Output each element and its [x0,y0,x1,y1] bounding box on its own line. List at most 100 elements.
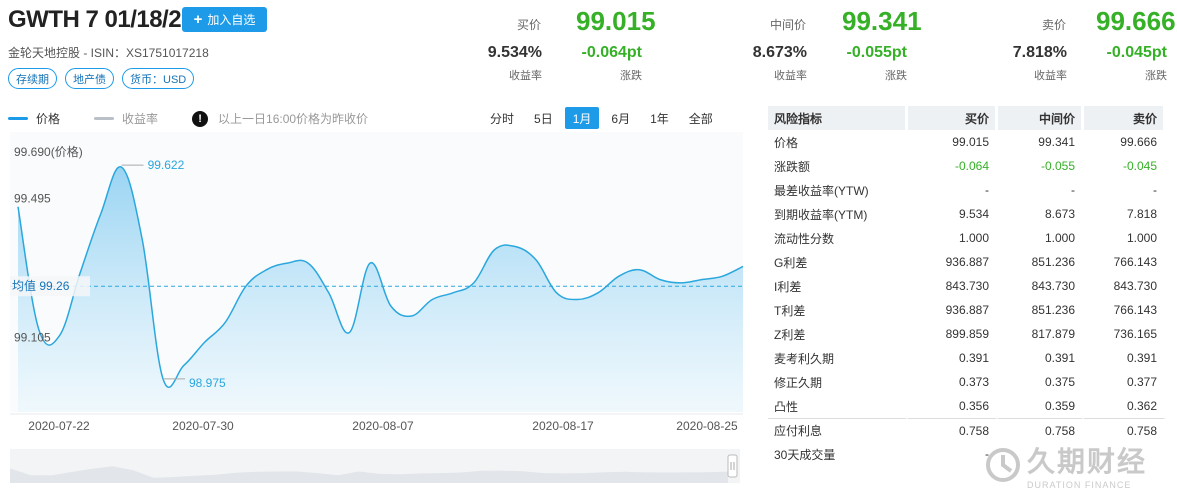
max-label: 99.622 [148,158,185,172]
ask-yield-caption: 收益率 [1034,70,1067,82]
bid-cell: 899.859 [908,322,998,346]
ask-cell: 843.730 [1084,274,1166,298]
table-row: 价格 99.015 99.341 99.666 [768,130,1166,154]
bid-change-caption: 涨跌 [620,70,642,82]
bid-price: 99.015 [576,6,656,36]
bid-cell: 936.887 [908,298,998,322]
mid-cell: 0.391 [998,346,1084,370]
bid-cell: 0.373 [908,370,998,394]
ask-change-caption: 涨跌 [1145,70,1167,82]
ask-cell: - [1084,178,1166,202]
y-tick-label: 99.105 [14,331,51,345]
mid-cell: 0.758 [998,418,1084,442]
mid-cell: 851.236 [998,298,1084,322]
mean-label: 均值 99.26 [12,278,70,293]
table-row: I利差 843.730 843.730 843.730 [768,274,1166,298]
add-watchlist-label: 加入自选 [207,13,256,27]
bid-cell: 9.534 [908,202,998,226]
mid-yield: 8.673% [752,44,807,61]
metric-cell: 涨跌额 [768,154,908,178]
tag-currency[interactable]: 货币：USD [122,68,195,89]
watermark-cn: 久期财经 [1027,446,1148,477]
header-mid: 中间价 [998,106,1084,130]
range-navigator[interactable] [10,449,740,483]
mid-cell: -0.055 [998,154,1084,178]
table-row: 涨跌额 -0.064 -0.055 -0.045 [768,154,1166,178]
min-label: 98.975 [189,376,226,390]
range-all[interactable]: 全部 [681,107,721,129]
mid-cell: 1.000 [998,226,1084,250]
table-row: 凸性 0.356 0.359 0.362 [768,394,1166,418]
bid-cell: 843.730 [908,274,998,298]
bid-yield-caption: 收益率 [509,70,542,82]
y-axis-title: 99.690(价格) [14,144,83,159]
legend-price-label: 价格 [36,112,61,126]
risk-metrics-table: 风险指标 买价 中间价 卖价 价格 99.015 99.341 99.666 涨跌额 -0… [768,106,1166,466]
table-row: 流动性分数 1.000 1.000 1.000 [768,226,1166,250]
bid-yield: 9.534% [487,44,542,61]
bid-quote: 买价 99.015 9.534% -0.064pt 收益率 涨跌 [480,4,656,84]
prev-close-note-text: 以上一日16:00价格为昨收价 [218,112,369,126]
mid-cell: 0.359 [998,394,1084,418]
bid-change: -0.064pt [581,44,642,61]
price-chart[interactable]: 99.690(价格) 99.495 99.105 均值 99.26 99.622… [0,132,760,437]
ask-cell: 7.818 [1084,202,1166,226]
ask-cell: 99.666 [1084,130,1166,154]
ask-change: -0.045pt [1106,44,1167,61]
legend-yield-label: 收益率 [122,112,159,126]
ask-price: 99.666 [1096,6,1176,36]
bid-cell: 1.000 [908,226,998,250]
y-tick-label: 99.495 [14,192,51,206]
range-6m[interactable]: 6月 [603,107,638,129]
header-metric: 风险指标 [768,106,908,130]
ask-quote: 卖价 99.666 7.818% -0.045pt 收益率 涨跌 [1005,4,1176,84]
metric-cell: Z利差 [768,322,908,346]
header-bid: 买价 [908,106,998,130]
metric-cell: 流动性分数 [768,226,908,250]
mid-label: 中间价 [770,18,807,32]
mid-cell: 0.375 [998,370,1084,394]
range-1y[interactable]: 1年 [642,107,677,129]
bid-label: 买价 [517,18,542,32]
ask-cell: 0.377 [1084,370,1166,394]
table-row: 修正久期 0.373 0.375 0.377 [768,370,1166,394]
bid-cell: 0.391 [908,346,998,370]
range-5d[interactable]: 5日 [526,107,561,129]
range-intraday[interactable]: 分时 [482,107,522,129]
issuer-isin: 金轮天地控股 - ISIN：XS1751017218 [8,46,209,60]
ask-label: 卖价 [1042,18,1067,32]
navigator-handle[interactable] [727,454,738,478]
bid-cell: - [908,178,998,202]
metric-cell: 修正久期 [768,370,908,394]
mid-price: 99.341 [842,6,922,36]
table-row: T利差 936.887 851.236 766.143 [768,298,1166,322]
legend-yield-swatch [94,117,115,120]
legend-price-swatch [8,117,28,120]
table-row: 最差收益率(YTW) - - - [768,178,1166,202]
x-tick-label: 2020-08-07 [352,419,414,433]
table-row: G利差 936.887 851.236 766.143 [768,250,1166,274]
ask-cell: 0.758 [1084,418,1166,442]
bid-cell: 0.356 [908,394,998,418]
mid-change-caption: 涨跌 [885,70,907,82]
x-tick-label: 2020-07-30 [172,419,234,433]
legend-price[interactable]: 价格 [8,110,60,127]
watermark-en: DURATION FINANCE [1027,480,1132,489]
ask-cell: 766.143 [1084,298,1166,322]
metric-cell: I利差 [768,274,908,298]
tag-sector[interactable]: 地产债 [65,68,114,89]
x-tick-label: 2020-08-25 [676,419,738,433]
mid-quote: 中间价 99.341 8.673% -0.055pt 收益率 涨跌 [745,4,922,84]
metric-cell: 应付利息 [768,418,908,442]
metric-cell: 凸性 [768,394,908,418]
mid-cell: 99.341 [998,130,1084,154]
bid-cell: -0.064 [908,154,998,178]
bid-cell: 99.015 [908,130,998,154]
legend-yield[interactable]: 收益率 [94,110,158,127]
tag-duration[interactable]: 存续期 [8,68,57,89]
bond-title: GWTH 7 01/18/21 [8,6,194,33]
mid-cell: 851.236 [998,250,1084,274]
add-watchlist-button[interactable]: + 加入自选 [182,7,267,32]
range-1m[interactable]: 1月 [564,107,600,129]
mid-cell: 8.673 [998,202,1084,226]
